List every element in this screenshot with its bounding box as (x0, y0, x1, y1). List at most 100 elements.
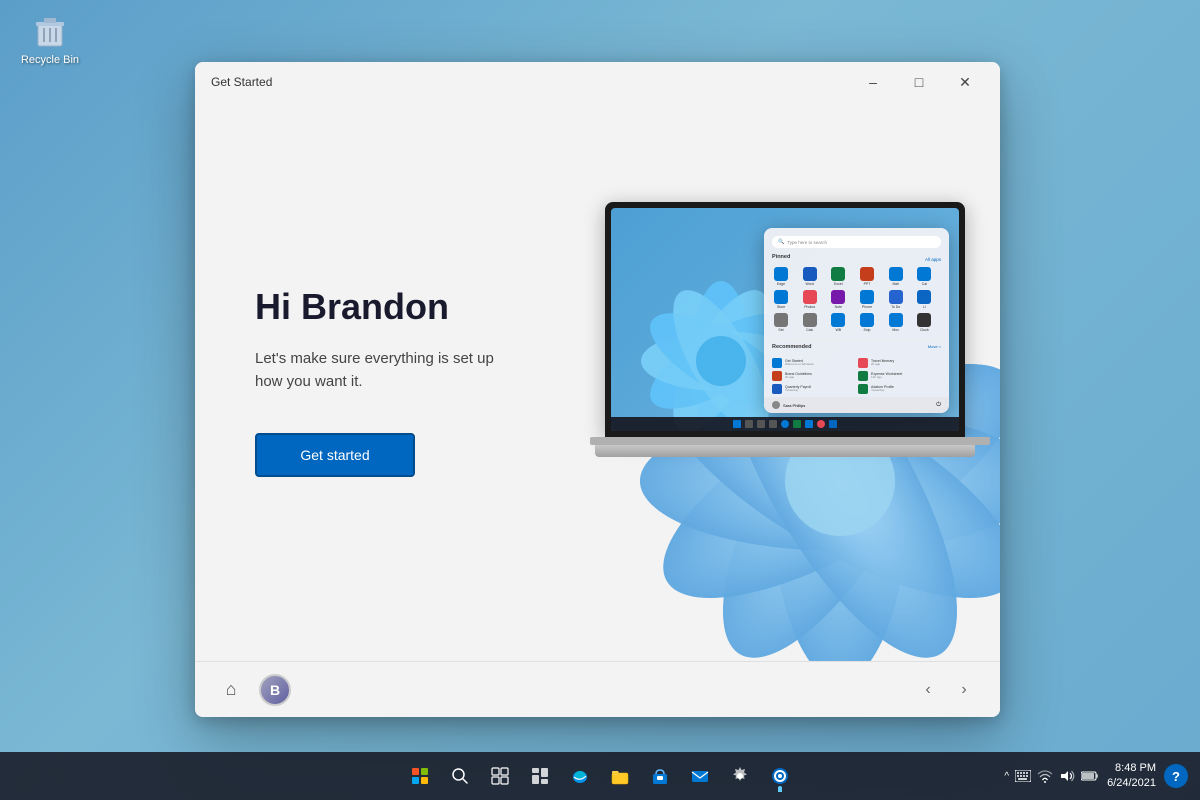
sm-app-whiteboard: WB (829, 313, 847, 333)
taskbar-start-button[interactable] (402, 758, 438, 794)
footer-left: ⌂ B (215, 674, 291, 706)
sm-app-edge: Edge (772, 267, 790, 287)
footer-next-button[interactable]: › (948, 674, 980, 706)
subtitle-text: Let's make sure everything is set up how… (255, 348, 520, 393)
recycle-bin-icon (30, 10, 70, 50)
sm-recommended-label: Recommended (772, 344, 811, 350)
notification-button[interactable]: ? (1164, 764, 1188, 788)
taskbar-center (402, 758, 798, 794)
sm-all-apps-label: All apps (925, 257, 941, 262)
sm-user-name: Sara Phillips (783, 403, 805, 408)
sm-app-excel: Excel (829, 267, 847, 287)
taskbar-getstarted-button[interactable] (762, 758, 798, 794)
sm-app-calculator: Calc (801, 313, 819, 333)
laptop-edge-icon (781, 420, 789, 428)
recycle-bin-label: Recycle Bin (21, 54, 79, 66)
sm-pinned-label: Pinned (772, 254, 790, 260)
sm-app-phone: Phone (858, 290, 876, 310)
system-tray: ^ (1004, 769, 1099, 783)
taskbar: ^ (0, 752, 1200, 800)
battery-icon (1081, 770, 1099, 782)
sm-app-onenote: Note (829, 290, 847, 310)
sm-user-info: Sara Phillips (772, 401, 805, 409)
sm-app-settings: Set (772, 313, 790, 333)
sm-power-icon: ⏻ (936, 402, 941, 409)
greeting-text: Hi Brandon (255, 286, 520, 328)
window-content: Hi Brandon Let's make sure everything is… (195, 102, 1000, 661)
sm-rec-item-5: Quarterly PayrollYesterday (772, 384, 855, 394)
laptop-store2-icon (805, 420, 813, 428)
taskbar-clock[interactable]: 8:48 PM 6/24/2021 (1107, 761, 1156, 792)
start-menu-mini: 🔍 Type here to search Pinned All apps Ed… (764, 228, 949, 413)
footer-navigation: ‹ › (912, 674, 980, 706)
get-started-icon (770, 766, 790, 786)
task-view-icon (491, 767, 509, 785)
left-panel: Hi Brandon Let's make sure everything is… (195, 102, 580, 661)
laptop-mail2-icon (817, 420, 825, 428)
volume-icon (1059, 769, 1075, 783)
keyboard-icon (1015, 770, 1031, 782)
search-icon (451, 767, 469, 785)
taskbar-explorer-button[interactable] (602, 758, 638, 794)
get-started-button[interactable]: Get started (255, 433, 415, 477)
sm-app-ppt: PPT (858, 267, 876, 287)
sm-app-snipping: Snip (858, 313, 876, 333)
desktop: Recycle Bin Get Started – □ ✕ Hi Brandon… (0, 0, 1200, 800)
footer-avatar[interactable]: B (259, 674, 291, 706)
clock-date: 6/24/2021 (1107, 776, 1156, 791)
sm-app-calendar: Cal (915, 267, 933, 287)
recycle-bin[interactable]: Recycle Bin (20, 10, 80, 66)
laptop-files-icon (793, 420, 801, 428)
sm-search-icon: 🔍 (778, 239, 784, 245)
edge-icon (570, 766, 590, 786)
tray-chevron[interactable]: ^ (1004, 771, 1009, 782)
close-button[interactable]: ✕ (942, 66, 988, 98)
laptop-screen: 🔍 Type here to search Pinned All apps Ed… (611, 208, 959, 431)
window-title: Get Started (211, 75, 272, 89)
sm-rec-item-1: Get StartedWelcome to Windows (772, 358, 855, 368)
laptop-mockup: 🔍 Type here to search Pinned All apps Ed… (590, 202, 980, 482)
sm-app-todo: To Do (887, 290, 905, 310)
widgets-icon (531, 767, 549, 785)
laptop-screen-outer: 🔍 Type here to search Pinned All apps Ed… (605, 202, 965, 437)
taskbar-edge-button[interactable] (562, 758, 598, 794)
title-bar-controls: – □ ✕ (850, 66, 988, 98)
sm-user-avatar (772, 401, 780, 409)
clock-time: 8:48 PM (1115, 761, 1156, 776)
sm-app-linkedin: LI (915, 290, 933, 310)
laptop-taskbar (611, 417, 959, 431)
taskbar-taskview-button[interactable] (482, 758, 518, 794)
sm-rec-item-4: Expense Worksheet12h ago (858, 371, 941, 381)
maximize-button[interactable]: □ (896, 66, 942, 98)
laptop-search-icon (745, 420, 753, 428)
window-footer: ⌂ B ‹ › (195, 661, 1000, 717)
taskbar-search-button[interactable] (442, 758, 478, 794)
footer-home-button[interactable]: ⌂ (215, 674, 247, 706)
sm-footer: Sara Phillips ⏻ (764, 397, 949, 413)
laptop-edge2-icon (829, 420, 837, 428)
taskbar-right: ^ (1004, 761, 1188, 792)
right-panel: 🔍 Type here to search Pinned All apps Ed… (580, 102, 1000, 661)
file-explorer-icon (610, 766, 630, 786)
sm-rec-item-2: Travel Itinerary2h ago (858, 358, 941, 368)
sm-rec-item-6: Adatum ProfileYesterday (858, 384, 941, 394)
laptop-win-icon (733, 420, 741, 428)
sm-app-movies: Mov (887, 313, 905, 333)
title-bar: Get Started – □ ✕ (195, 62, 1000, 102)
sm-recommended-section: Recommended Move > Get StartedWelcome to… (772, 339, 941, 394)
laptop-hinge (590, 437, 990, 445)
minimize-button[interactable]: – (850, 66, 896, 98)
wifi-icon (1037, 769, 1053, 783)
sm-search-text: Type here to search (787, 240, 827, 245)
sm-app-store: Store (772, 290, 790, 310)
taskbar-widgets-button[interactable] (522, 758, 558, 794)
sm-app-clock: Clock (915, 313, 933, 333)
windows-logo-icon (412, 768, 428, 784)
laptop-taskview-icon (757, 420, 765, 428)
sm-rec-item-3: Brand Guidelines2h ago (772, 371, 855, 381)
sm-move-label: Move > (928, 344, 941, 354)
taskbar-store-button[interactable] (642, 758, 678, 794)
taskbar-settings-button[interactable] (722, 758, 758, 794)
footer-prev-button[interactable]: ‹ (912, 674, 944, 706)
taskbar-mail-button[interactable] (682, 758, 718, 794)
